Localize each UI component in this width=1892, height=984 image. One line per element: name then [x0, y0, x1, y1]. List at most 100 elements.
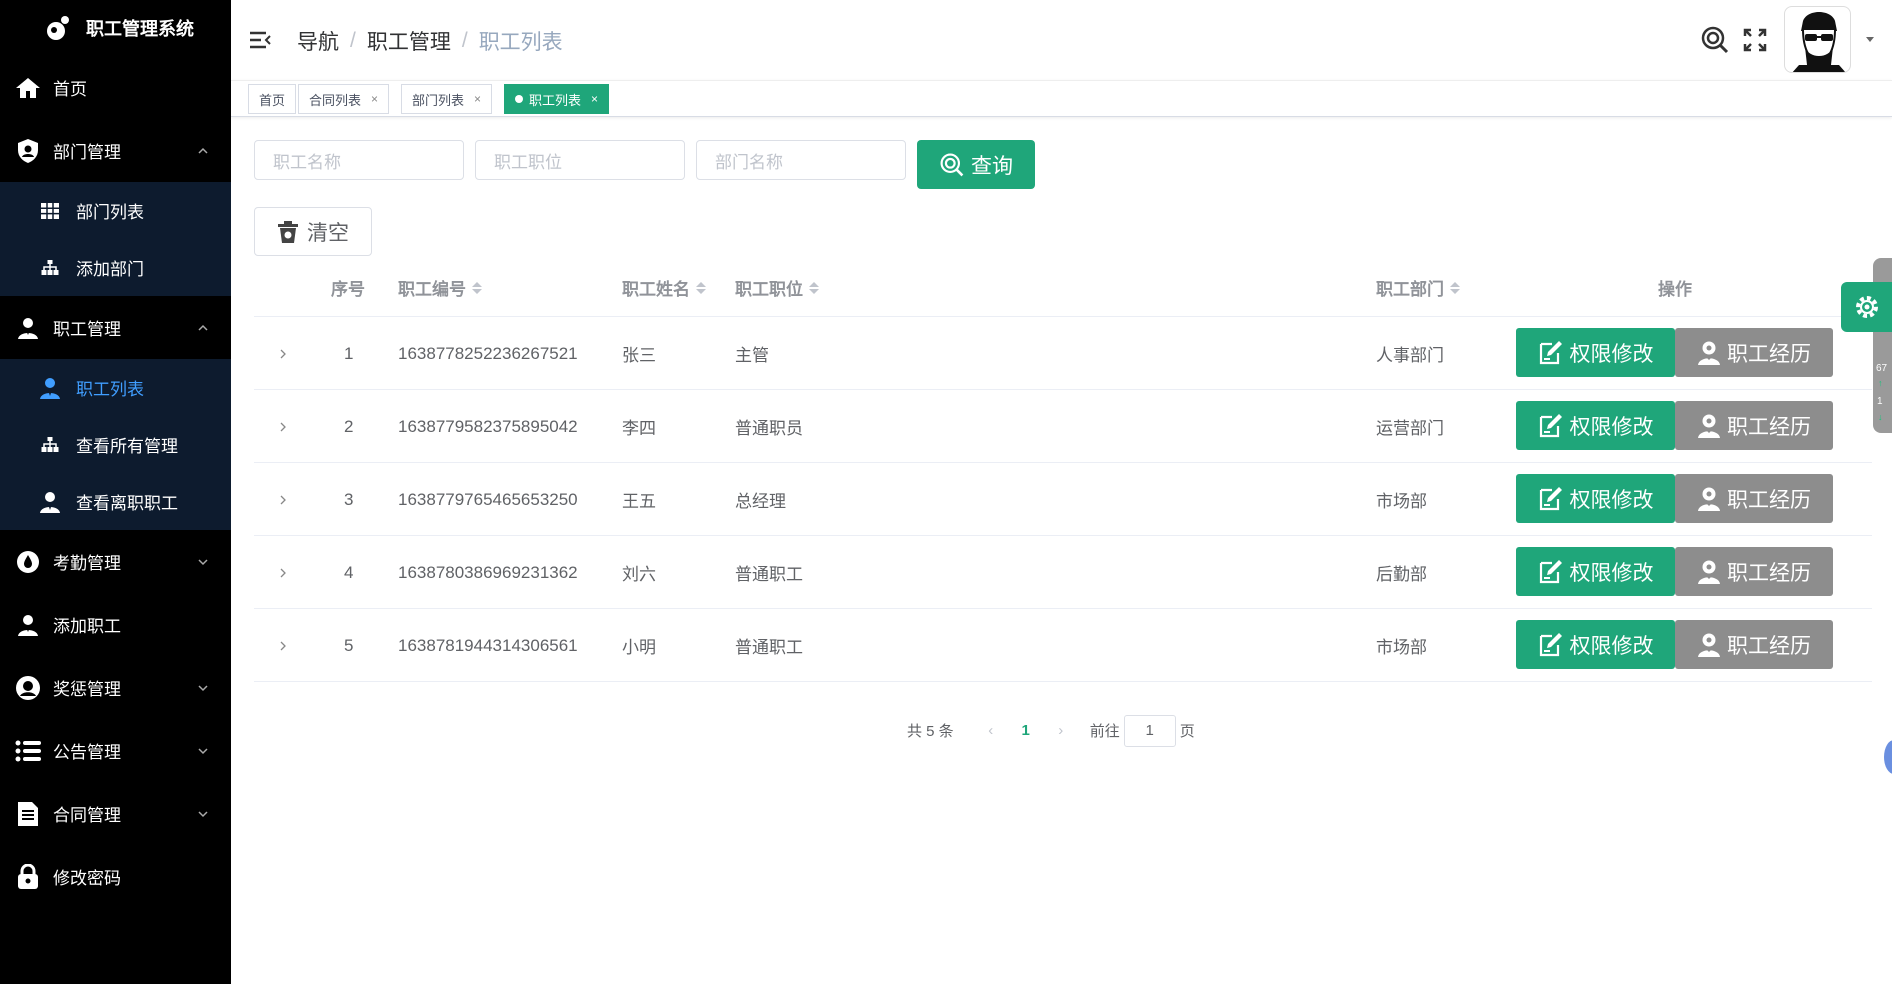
work-history-button[interactable]: 职工经历	[1675, 547, 1833, 596]
work-history-button[interactable]: 职工经历	[1675, 328, 1833, 377]
expand-toggle[interactable]	[278, 609, 288, 682]
breadcrumb-sep: /	[461, 29, 468, 52]
query-button[interactable]: 查询	[917, 140, 1035, 189]
clear-button[interactable]: 清空	[254, 207, 372, 256]
cell-index: 5	[344, 635, 354, 655]
cell-id: 1638780386969231362	[398, 562, 578, 582]
sidebar-item-contract[interactable]: 合同管理	[0, 782, 231, 845]
cell-position: 普通职工	[735, 565, 803, 584]
table-header: 序号 职工编号 职工姓名 职工职位 职工部门 操作	[254, 258, 1872, 317]
sidebar-item-label: 奖惩管理	[53, 680, 121, 699]
user-icon	[1698, 633, 1720, 657]
sidebar-item-home[interactable]: 首页	[0, 56, 231, 119]
expand-toggle[interactable]	[278, 390, 288, 463]
staff-position-input[interactable]: 职工职位	[475, 140, 685, 180]
edit-permission-button[interactable]: 权限修改	[1516, 547, 1675, 596]
sidebar-item-dept-list[interactable]: 部门列表	[0, 182, 231, 239]
sort-icon[interactable]	[696, 281, 706, 294]
edit-permission-button[interactable]: 权限修改	[1516, 328, 1675, 377]
tag-dept-list[interactable]: 部门列表 ×	[401, 84, 493, 114]
chevron-right-icon	[280, 495, 286, 504]
page-number[interactable]: 1	[1006, 722, 1046, 739]
sidebar-item-resigned[interactable]: 查看离职职工	[0, 473, 231, 530]
sidebar-item-all-managers[interactable]: 查看所有管理	[0, 416, 231, 473]
sort-icon[interactable]	[1450, 281, 1460, 294]
cell-name: 李四	[622, 419, 656, 438]
sidebar-item-label: 考勤管理	[53, 554, 121, 573]
avatar[interactable]	[1784, 6, 1851, 73]
page-jump-input[interactable]: 1	[1123, 714, 1176, 747]
cell-index: 1	[344, 343, 354, 363]
tag-home[interactable]: 首页	[248, 84, 297, 114]
sidebar-item-label: 查看离职职工	[76, 494, 178, 513]
cell-id: 1638779582375895042	[398, 416, 578, 436]
sidebar-item-staff-list[interactable]: 职工列表	[0, 359, 231, 416]
sidebar-item-add-staff[interactable]: 添加职工	[0, 593, 231, 656]
col-id[interactable]: 职工编号	[398, 258, 482, 317]
tag-contract-list[interactable]: 合同列表 ×	[298, 84, 390, 114]
brand: 职工管理系统	[0, 0, 231, 56]
close-icon[interactable]: ×	[371, 92, 378, 106]
avatar-image	[1792, 12, 1846, 72]
edit-permission-button[interactable]: 权限修改	[1516, 474, 1675, 523]
expand-toggle[interactable]	[278, 463, 288, 536]
sidebar-item-notice[interactable]: 公告管理	[0, 719, 231, 782]
sidebar-item-change-password[interactable]: 修改密码	[0, 845, 231, 908]
sidebar-item-attendance[interactable]: 考勤管理	[0, 530, 231, 593]
work-history-button[interactable]: 职工经历	[1675, 620, 1833, 669]
sort-icon[interactable]	[472, 281, 482, 294]
query-label: 查询	[971, 154, 1013, 178]
work-history-button[interactable]: 职工经历	[1675, 474, 1833, 523]
close-icon[interactable]: ×	[474, 92, 481, 106]
sidebar-item-label: 添加部门	[76, 260, 144, 279]
fullscreen-icon[interactable]	[1743, 28, 1767, 52]
sidebar-item-label: 职工管理	[53, 320, 121, 339]
col-dept[interactable]: 职工部门	[1376, 258, 1460, 317]
sidebar-item-dept-mgmt[interactable]: 部门管理	[0, 119, 231, 182]
hamburger-icon[interactable]	[249, 30, 271, 50]
table-row: 3 1638779765465653250 王五 总经理 市场部 权限修改 职工…	[254, 463, 1872, 536]
user-icon	[14, 611, 42, 639]
chevron-right-icon	[280, 568, 286, 577]
edit-permission-button[interactable]: 权限修改	[1516, 620, 1675, 669]
next-page-button[interactable]: ›	[1046, 722, 1076, 739]
dept-name-input[interactable]: 部门名称	[696, 140, 906, 180]
table-row: 1 1638778252236267521 张三 主管 人事部门 权限修改 职工…	[254, 317, 1872, 390]
expand-toggle[interactable]	[278, 536, 288, 609]
perm-label: 权限修改	[1569, 634, 1654, 658]
expand-toggle[interactable]	[278, 317, 288, 390]
sidebar-item-staff-mgmt[interactable]: 职工管理	[0, 296, 231, 359]
home-icon	[14, 74, 42, 102]
chevron-down-icon	[198, 558, 208, 565]
close-icon[interactable]: ×	[591, 92, 598, 106]
pagination: 共 5 条 ‹ 1 › 前往 1 页	[907, 714, 1195, 747]
monitor-value: 1	[1877, 396, 1883, 407]
breadcrumb-item[interactable]: 职工管理	[367, 26, 451, 56]
cell-dept: 后勤部	[1376, 565, 1427, 584]
col-name[interactable]: 职工姓名	[622, 258, 706, 317]
work-history-button[interactable]: 职工经历	[1675, 401, 1833, 450]
breadcrumb-item[interactable]: 导航	[297, 26, 339, 56]
tag-staff-list[interactable]: 职工列表 ×	[504, 84, 610, 114]
lock-icon	[14, 863, 42, 891]
sort-icon[interactable]	[809, 281, 819, 294]
floating-assistant-button[interactable]	[1884, 740, 1892, 774]
sidebar-item-add-dept[interactable]: 添加部门	[0, 239, 231, 296]
edit-permission-button[interactable]: 权限修改	[1516, 401, 1675, 450]
cell-name: 小明	[622, 638, 656, 657]
staff-name-input[interactable]: 职工名称	[254, 140, 464, 180]
settings-button[interactable]	[1841, 282, 1892, 332]
col-position[interactable]: 职工职位	[735, 258, 819, 317]
user-icon	[1698, 414, 1720, 438]
clear-label: 清空	[307, 221, 349, 245]
arrow-down-icon: ↓	[1878, 412, 1883, 422]
sidebar-item-rewards[interactable]: 奖惩管理	[0, 656, 231, 719]
search-icon[interactable]	[1700, 25, 1730, 55]
monitor-value: 67	[1876, 363, 1888, 374]
tags-view: 首页 合同列表 × 部门列表 × 职工列表 ×	[231, 80, 1892, 117]
prev-page-button[interactable]: ‹	[976, 722, 1006, 739]
grid-icon	[38, 199, 62, 223]
breadcrumb-current: 职工列表	[478, 31, 563, 54]
sidebar-item-label: 部门管理	[53, 143, 121, 162]
caret-down-icon[interactable]	[1865, 36, 1875, 44]
